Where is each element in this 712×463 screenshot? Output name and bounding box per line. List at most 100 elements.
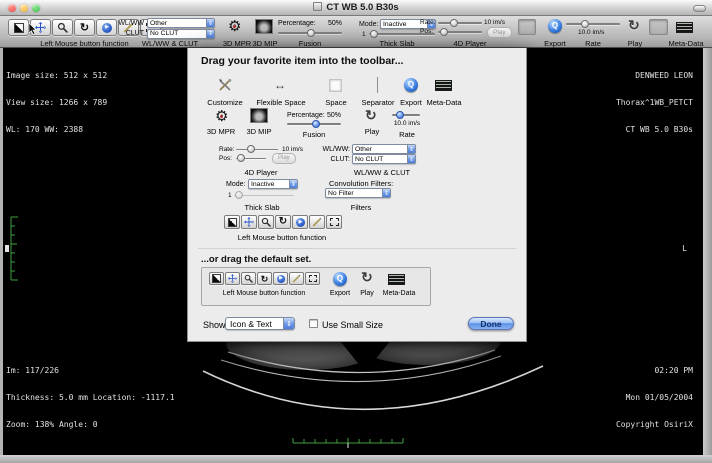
clut-dropdown[interactable]: No CLUT⇕ — [147, 29, 215, 39]
tool-select-button[interactable] — [326, 215, 342, 229]
slab-number: 1 — [362, 31, 366, 38]
tool-browse-button[interactable]: ▶ — [292, 215, 308, 229]
play-4d-button[interactable]: Play — [272, 153, 296, 164]
meta-data-label: Meta-Data — [421, 98, 467, 107]
popup-arrows-icon: ⇕ — [206, 19, 214, 27]
space-icon[interactable] — [329, 79, 342, 92]
tool-browse-button[interactable]: ▶ — [273, 272, 288, 285]
separator-icon[interactable] — [377, 77, 378, 93]
popup-arrows-icon: ⇕ — [206, 30, 214, 38]
divider — [198, 248, 516, 249]
vertical-scale-ruler — [9, 216, 21, 282]
rate-4d-label: Rate: — [420, 19, 436, 26]
contrast-icon — [14, 23, 24, 33]
fusion-label: Fusion — [287, 130, 341, 139]
slab-number: 1 — [228, 192, 232, 199]
slab-mode-label: Mode: — [226, 181, 245, 188]
pencil-icon — [292, 274, 301, 283]
horizontal-scale-ruler — [292, 437, 404, 449]
tool-pan-button[interactable] — [241, 215, 257, 229]
3d-mip-icon[interactable] — [255, 19, 273, 34]
customize-icon[interactable] — [218, 78, 232, 92]
rate-4d-slider[interactable] — [236, 145, 278, 154]
wlww-preset-dropdown[interactable]: Other⇕ — [147, 18, 215, 28]
tool-draw-button[interactable] — [309, 215, 325, 229]
fusion-slider[interactable] — [278, 28, 342, 37]
rate-4d-slider[interactable] — [438, 18, 482, 27]
export-icon[interactable]: Q — [404, 78, 418, 92]
clut-dropdown[interactable]: No CLUT⇕ — [352, 154, 416, 164]
tool-draw-button[interactable] — [289, 272, 304, 285]
3d-mpr-icon[interactable]: ⚙ — [215, 108, 228, 125]
meta-data-icon[interactable] — [388, 274, 405, 285]
contrast-icon — [212, 274, 221, 283]
tool-rotate-button[interactable]: ↻ — [257, 272, 272, 285]
tool-rotate-button[interactable]: ↻ — [275, 215, 291, 229]
convolution-filters-title: Convolution Filters: — [329, 179, 393, 188]
tool-wlww-button[interactable] — [8, 19, 29, 36]
pos-slider[interactable] — [438, 27, 482, 36]
use-small-size-checkbox[interactable] — [309, 319, 318, 328]
slab-mode-dropdown[interactable]: Inactive⇕ — [248, 179, 298, 189]
pos-label: Pos: — [420, 28, 433, 35]
meta-data-icon[interactable] — [435, 80, 452, 91]
osirix-window: CT WB 5.0 B30s ↻ ▶ Left Mouse button fun… — [0, 0, 712, 463]
rect-select-icon — [309, 275, 317, 282]
tool-zoom-button[interactable] — [258, 215, 274, 229]
play-cycle-icon[interactable]: ↻ — [628, 19, 640, 32]
space-label: Space — [314, 98, 358, 107]
rate-label: Rate — [575, 39, 611, 48]
mouse-tools-group: ↻ ▶ — [209, 272, 320, 285]
meta-data-label: Meta-Data — [664, 39, 708, 48]
show-mode-dropdown[interactable]: Icon & Text⇕ — [225, 317, 295, 330]
play-cycle-icon[interactable]: ↻ — [361, 271, 373, 284]
pan-icon — [228, 274, 237, 283]
play-label: Play — [353, 290, 381, 297]
tool-zoom-button[interactable] — [52, 19, 73, 36]
rate-label: Rate — [386, 130, 428, 139]
pencil-icon — [312, 217, 322, 227]
overlay-top-right: DENWEED LEON Thorax^1WB_PETCT CT WB 5.0 … — [616, 53, 693, 152]
play-cycle-icon[interactable]: ↻ — [365, 109, 377, 122]
tool-wlww-button[interactable] — [224, 215, 240, 229]
export-icon[interactable]: Q — [548, 19, 562, 33]
rate-4d-value: 10 im/s — [484, 19, 505, 26]
flexible-space-label: Flexible Space — [253, 98, 309, 107]
wlww-preset-dropdown[interactable]: Other⇕ — [352, 144, 416, 154]
orientation-label-left: L — [682, 244, 687, 253]
done-button[interactable]: Done — [468, 317, 514, 330]
wlww-group-label: WL/WW & CLUT — [340, 168, 424, 177]
tool-rotate-button[interactable]: ↻ — [74, 19, 95, 36]
default-set-heading: ...or drag the default set. — [201, 254, 311, 265]
slab-slider[interactable] — [234, 191, 294, 200]
sheet-title: Drag your favorite item into the toolbar… — [201, 55, 403, 67]
window-frame-bottom — [0, 455, 712, 463]
3d-mip-icon[interactable] — [250, 108, 268, 123]
tool-zoom-button[interactable] — [241, 272, 256, 285]
fusion-slider[interactable] — [287, 119, 341, 128]
tool-pan-button[interactable] — [225, 272, 240, 285]
thick-slab-label: Thick Slab — [227, 203, 297, 212]
fusion-percentage-row: Percentage:50% — [278, 20, 342, 27]
magnifier-icon — [244, 274, 253, 283]
rate-slider[interactable] — [392, 110, 420, 119]
export-icon[interactable]: Q — [333, 272, 347, 286]
toolbar-toggle-button[interactable] — [693, 5, 706, 12]
tool-select-button[interactable] — [305, 272, 320, 285]
3d-mpr-icon[interactable]: ⚙ — [228, 18, 241, 35]
flexible-space-icon[interactable]: ↔ — [274, 79, 286, 91]
popup-arrows-icon: ⇕ — [407, 145, 415, 153]
pos-slider[interactable] — [236, 154, 266, 163]
overlay-bottom-left: Im: 117/226 Thickness: 5.0 mm Location: … — [6, 348, 175, 447]
browse-icon: ▶ — [296, 218, 305, 227]
customize-toolbar-sheet: Drag your favorite item into the toolbar… — [187, 48, 527, 342]
use-small-size-label: Use Small Size — [322, 320, 383, 330]
play-4d-button[interactable]: Play — [487, 27, 512, 39]
overlay-bottom-right: 02:20 PM Mon 01/05/2004 Copyright OsiriX — [616, 348, 693, 447]
tool-wlww-button[interactable] — [209, 272, 224, 285]
window-title-area: CT WB 5.0 B30s — [0, 2, 712, 13]
meta-data-icon[interactable] — [676, 22, 693, 33]
4d-player-label: 4D Player — [221, 168, 301, 177]
filters-dropdown[interactable]: No Filter⇕ — [325, 188, 391, 198]
rate-slider[interactable] — [566, 19, 620, 28]
